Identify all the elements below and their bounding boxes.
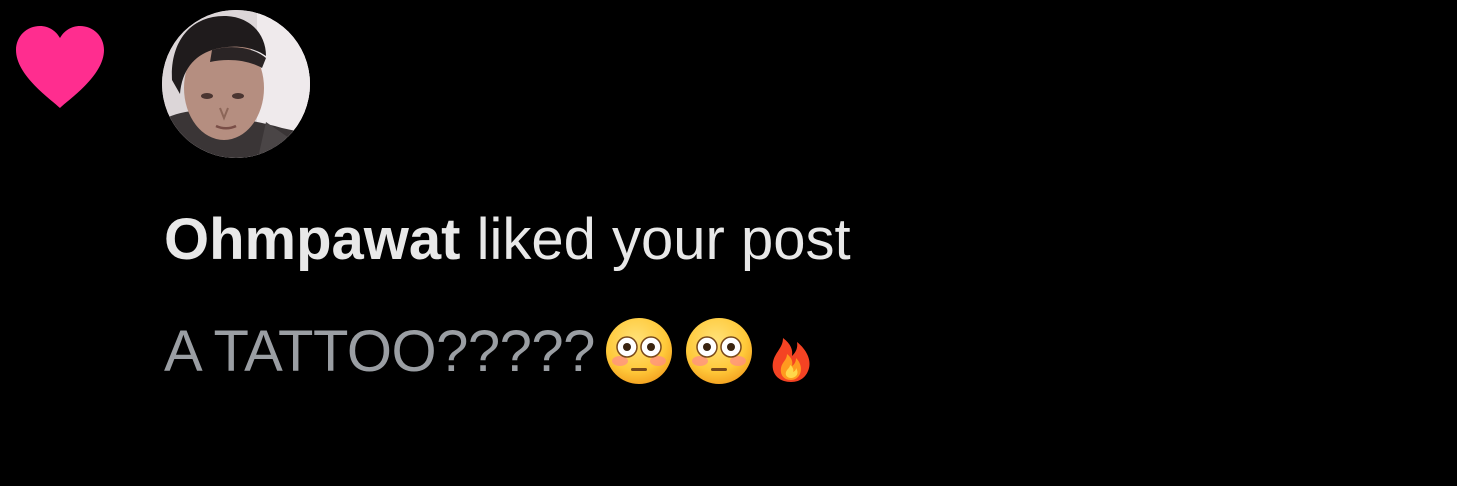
heart-icon — [16, 26, 104, 108]
flushed-face-emoji — [605, 318, 672, 384]
preview-text: A TATTOO????? — [164, 318, 595, 384]
action-text: liked your post — [460, 207, 851, 272]
post-preview[interactable]: A TATTOO????? — [164, 313, 817, 389]
like-notification[interactable]: Ohmpawat liked your post A TATTOO????? — [0, 0, 1457, 486]
username-link[interactable]: Ohmpawat — [164, 207, 461, 272]
fire-emoji — [772, 338, 810, 382]
notification-message: Ohmpawat liked your post — [164, 204, 851, 276]
avatar[interactable] — [162, 10, 310, 158]
flushed-face-emoji — [685, 318, 752, 384]
